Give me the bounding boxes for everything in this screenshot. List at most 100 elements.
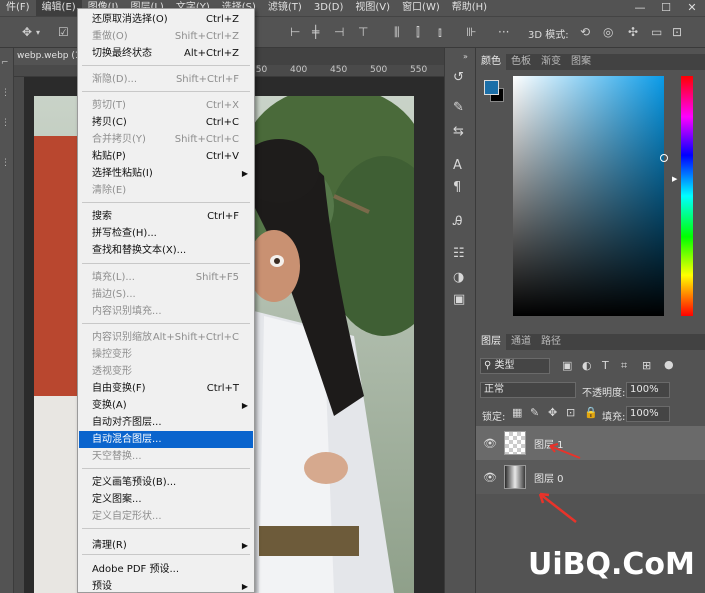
menu-help[interactable]: 帮助(H) <box>446 0 493 16</box>
menu-item[interactable]: 自由变换(F) Ctrl+T <box>79 380 253 397</box>
menu-item-label: 预设 <box>92 581 112 592</box>
3d-scale-icon[interactable]: ⊡ <box>672 25 682 39</box>
menu-item-label: 粘贴(P) <box>92 151 126 162</box>
menu-item[interactable]: 定义画笔预设(B)... <box>79 474 253 491</box>
paragraph-icon[interactable]: ¶ <box>453 180 461 195</box>
menu-item[interactable]: 切换最终状态 Alt+Ctrl+Z <box>79 45 253 62</box>
menu-edit[interactable]: 编辑(E) <box>35 0 82 16</box>
menu-item[interactable]: 操控变形 <box>79 346 253 363</box>
menu-item[interactable]: 描边(S)... <box>79 286 253 303</box>
libraries-icon[interactable]: ▣ <box>453 292 465 307</box>
menu-item[interactable]: 定义图案... <box>79 491 253 508</box>
menu-item[interactable]: 剪切(T) Ctrl+X <box>79 97 253 114</box>
menu-item-shortcut: Ctrl+C <box>205 117 239 128</box>
menu-item[interactable]: 透视变形 <box>79 363 253 380</box>
menu-item[interactable]: 自动混合图层... <box>79 431 253 448</box>
menu-item[interactable]: 选择性粘贴(I) ▶ <box>79 165 253 182</box>
tool-icon[interactable]: ⋮ <box>1 158 10 168</box>
close-button[interactable]: ✕ <box>679 0 705 16</box>
distribute-center-icon[interactable]: ⫿ <box>416 25 420 40</box>
menu-item[interactable]: 渐隐(D)... Shift+Ctrl+F <box>79 71 253 88</box>
align-center-icon[interactable]: ╪ <box>312 25 319 39</box>
menu-item-label: 透视变形 <box>92 366 132 377</box>
menu-item[interactable]: 搜索 Ctrl+F <box>79 208 253 225</box>
more-options-icon[interactable]: ··· <box>498 25 509 39</box>
menu-item[interactable]: 清理(R) ▶ <box>79 537 253 554</box>
menu-item[interactable]: 填充(L)... Shift+F5 <box>79 269 253 286</box>
align-top-icon[interactable]: ⊤ <box>358 25 368 39</box>
menu-separator <box>82 323 250 324</box>
menu-item-label: 内容识别缩放 <box>92 332 152 343</box>
tools-strip: ⌐ ⋮ ⋮ ⋮ <box>0 48 14 593</box>
properties-icon[interactable]: ☷ <box>453 246 465 261</box>
minimize-button[interactable]: — <box>627 0 653 16</box>
menu-filter[interactable]: 滤镜(T) <box>262 0 308 16</box>
chevron-down-icon[interactable]: ▾ <box>36 28 40 37</box>
menu-item-label: 填充(L)... <box>92 272 135 283</box>
ruler-mark: 550 <box>410 65 428 75</box>
tool-icon[interactable]: ⌐ <box>1 58 9 68</box>
menu-item-label: 选择性粘贴(I) <box>92 168 153 179</box>
menu-view[interactable]: 视图(V) <box>349 0 396 16</box>
3d-pan-icon[interactable]: ✣ <box>628 25 638 39</box>
3d-slide-icon[interactable]: ▭ <box>651 25 662 39</box>
distribute-spacing-icon[interactable]: ⊪ <box>466 25 476 39</box>
menu-item-label: 搜索 <box>92 211 112 222</box>
menu-file[interactable]: 件(F) <box>0 0 36 16</box>
distribute-icon[interactable]: ⫼ <box>394 25 400 40</box>
menu-item[interactable]: 内容识别填充... <box>79 303 253 320</box>
menu-item-label: 渐隐(D)... <box>92 74 138 85</box>
menu-item[interactable]: 拷贝(C) Ctrl+C <box>79 114 253 131</box>
window-controls: — ☐ ✕ <box>627 0 705 16</box>
watermark-logo: UiBQ.CoM <box>528 547 695 582</box>
menu-item-label: 变换(A) <box>92 400 127 411</box>
history-icon[interactable]: ↺ <box>453 70 464 85</box>
menu-item-shortcut: Shift+Ctrl+F <box>175 74 239 85</box>
menu-3d[interactable]: 3D(D) <box>308 0 350 16</box>
move-tool-icon[interactable]: ✥ <box>22 25 32 39</box>
menu-item-label: 还原取消选择(O) <box>92 14 168 25</box>
menu-item[interactable]: 重做(O) Shift+Ctrl+Z <box>79 28 253 45</box>
character-icon[interactable]: A <box>453 158 462 173</box>
document-tab[interactable]: webp.webp (1 <box>14 48 78 65</box>
align-right-icon[interactable]: ⊣ <box>334 25 344 39</box>
menu-item[interactable]: Adobe PDF 预设... <box>79 561 253 578</box>
glyphs-icon[interactable]: Ꭿ <box>453 214 462 229</box>
menu-item-shortcut: Alt+Shift+Ctrl+C <box>152 332 239 343</box>
submenu-arrow-icon: ▶ <box>241 582 248 591</box>
maximize-button[interactable]: ☐ <box>653 0 679 16</box>
menu-item[interactable]: 变换(A) ▶ <box>79 397 253 414</box>
menu-item-label: 拷贝(C) <box>92 117 127 128</box>
menu-item-shortcut: Shift+F5 <box>195 272 239 283</box>
tool-icon[interactable]: ⋮ <box>1 118 10 128</box>
auto-select-checkbox-icon[interactable]: ☑ <box>58 25 69 39</box>
submenu-arrow-icon: ▶ <box>241 169 248 178</box>
menu-item-label: 剪切(T) <box>92 100 126 111</box>
menu-item-shortcut: Ctrl+F <box>207 211 239 222</box>
menu-item[interactable]: 自动对齐图层... <box>79 414 253 431</box>
collapse-icon[interactable]: » <box>463 52 468 61</box>
menu-item[interactable]: 天空替换... <box>79 448 253 465</box>
menu-item[interactable]: 预设 ▶ <box>79 578 253 593</box>
menu-item[interactable]: 定义自定形状... <box>79 508 253 525</box>
align-left-icon[interactable]: ⊢ <box>290 25 300 39</box>
menu-window[interactable]: 窗口(W) <box>396 0 446 16</box>
distribute-right-icon[interactable]: ⫾ <box>438 25 442 40</box>
tool-icon[interactable]: ⋮ <box>1 88 10 98</box>
menu-item-shortcut: Ctrl+X <box>205 100 239 111</box>
styles-icon[interactable]: ◑ <box>453 270 464 285</box>
menu-item-label: 操控变形 <box>92 349 132 360</box>
3d-orbit-icon[interactable]: ⟲ <box>580 25 590 39</box>
menu-item[interactable]: 粘贴(P) Ctrl+V <box>79 148 253 165</box>
brush-settings-icon[interactable]: ✎ <box>453 100 464 115</box>
menu-item-shortcut: Shift+Ctrl+Z <box>174 31 239 42</box>
menu-separator <box>82 263 250 264</box>
menu-item[interactable]: 内容识别缩放 Alt+Shift+Ctrl+C <box>79 329 253 346</box>
menu-item[interactable]: 还原取消选择(O) Ctrl+Z <box>79 11 253 28</box>
menu-item[interactable]: 合并拷贝(Y) Shift+Ctrl+C <box>79 131 253 148</box>
menu-item[interactable]: 查找和替换文本(X)... <box>79 242 253 259</box>
adjustments-icon[interactable]: ⇆ <box>453 124 464 139</box>
menu-item[interactable]: 拼写检查(H)... <box>79 225 253 242</box>
3d-roll-icon[interactable]: ◎ <box>603 25 613 39</box>
menu-item[interactable]: 清除(E) <box>79 182 253 199</box>
